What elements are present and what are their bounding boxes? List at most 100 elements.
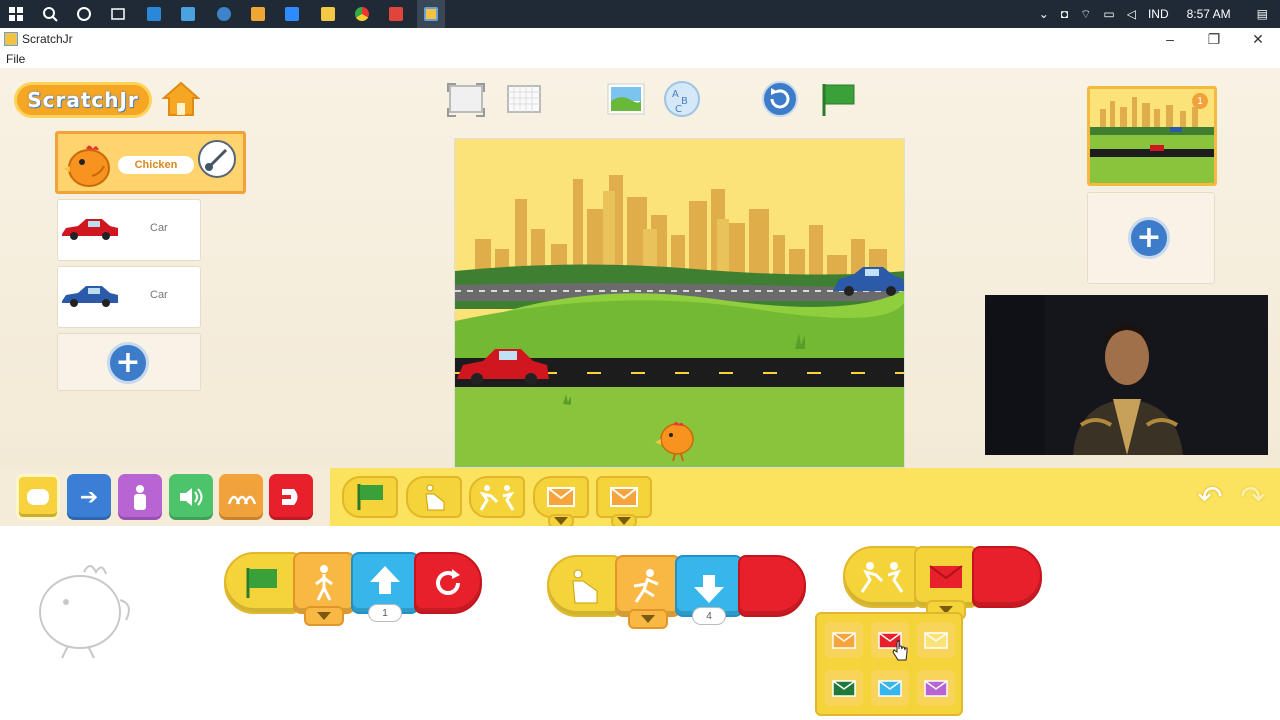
move-down-value[interactable]: 4: [692, 607, 726, 625]
stage[interactable]: [454, 138, 905, 468]
change-background-button[interactable]: [606, 80, 646, 118]
home-icon: [161, 81, 201, 116]
move-up-value[interactable]: 1: [368, 604, 402, 622]
scratchjr-app: ScratchJr Chicken Car Car + A B C 1 + ➔ …: [0, 68, 1280, 720]
category-control-button[interactable]: [219, 474, 263, 520]
menu-bar: File: [0, 50, 1280, 68]
undo-button[interactable]: ↶: [1193, 480, 1227, 515]
script2-move-down-block[interactable]: 4: [675, 555, 743, 625]
wifi-icon[interactable]: ⌔: [1080, 7, 1091, 22]
redo-button[interactable]: ↷: [1236, 479, 1270, 515]
sprite-card-chicken[interactable]: Chicken: [55, 131, 246, 194]
scratchjr-app-icon[interactable]: [421, 4, 441, 24]
restore-button[interactable]: ❐: [1192, 28, 1236, 50]
add-sprite-card: +: [57, 333, 201, 391]
app-icon: [4, 32, 18, 46]
trigger-category-icon: [27, 489, 49, 505]
task-view-icon[interactable]: [108, 4, 128, 24]
volume-icon[interactable]: ◁: [1127, 7, 1136, 21]
script1-set-speed-block[interactable]: [293, 552, 355, 626]
cortana-icon[interactable]: [74, 4, 94, 24]
recorder-app-icon[interactable]: [386, 4, 406, 24]
script2-end-block[interactable]: [738, 555, 806, 617]
language-indicator[interactable]: IND: [1148, 7, 1169, 21]
repeat-forever-icon: [436, 569, 460, 595]
bump-runners-icon: [860, 562, 904, 593]
category-end-button[interactable]: [269, 474, 313, 520]
grid-button[interactable]: [504, 80, 544, 118]
home-button[interactable]: [161, 80, 201, 118]
paint-editor-button[interactable]: [198, 140, 236, 178]
notifications-icon[interactable]: ▤: [1257, 7, 1268, 21]
walking-person-icon: [315, 565, 333, 601]
store-app-icon[interactable]: [144, 4, 164, 24]
blue-car-thumb: [62, 286, 118, 307]
palette-start-on-tap[interactable]: [406, 476, 462, 518]
store2-app-icon[interactable]: [178, 4, 198, 24]
script3-start-on-bump[interactable]: [843, 546, 921, 608]
add-text-button[interactable]: A B C: [662, 80, 702, 118]
script2-start-on-tap[interactable]: [547, 555, 621, 617]
category-looks-button[interactable]: [118, 474, 162, 520]
palette-start-on-message[interactable]: [533, 476, 589, 528]
script3-send-message-block[interactable]: [914, 546, 978, 620]
minimize-button[interactable]: –: [1148, 28, 1192, 50]
blue-envelope-icon: [878, 680, 902, 697]
yellow-envelope-icon: [924, 632, 948, 649]
running-person-icon: [633, 569, 659, 603]
palette-send-message[interactable]: [596, 476, 652, 528]
message-purple-option[interactable]: [917, 670, 955, 706]
reset-characters-button[interactable]: [760, 80, 800, 118]
message-orange-option[interactable]: [825, 622, 863, 658]
svg-text:B: B: [681, 96, 688, 107]
category-motion-button[interactable]: ➔: [67, 474, 111, 520]
full-screen-button[interactable]: [446, 80, 486, 118]
grid-icon: [507, 85, 541, 113]
message-yellow-option[interactable]: [917, 622, 955, 658]
message-blue-option[interactable]: [871, 670, 909, 706]
message-green-option[interactable]: [825, 670, 863, 706]
search-icon[interactable]: [40, 4, 60, 24]
arrow-up-icon: [370, 566, 400, 594]
script1-repeat-forever-block[interactable]: [414, 552, 482, 614]
network-icon[interactable]: ◘: [1061, 7, 1068, 21]
chevron-up-icon[interactable]: ⌄: [1039, 7, 1049, 21]
script3-end-block[interactable]: [972, 546, 1042, 608]
add-sprite-button[interactable]: +: [107, 342, 149, 384]
page-thumbnail[interactable]: 1: [1087, 86, 1217, 186]
zoom-app-icon[interactable]: [282, 4, 302, 24]
system-tray: ⌄ ◘ ⌔ ▭ ◁ IND 8:57 AM ▤: [1033, 0, 1280, 28]
orange-envelope-icon: [832, 632, 856, 649]
green-envelope-icon: [832, 680, 856, 697]
script2-send-message-bump-block[interactable]: [615, 555, 681, 629]
folder-app-icon[interactable]: [318, 4, 338, 24]
chrome-app-icon[interactable]: [352, 4, 372, 24]
script1-start-on-green-flag[interactable]: [224, 552, 300, 614]
reset-icon: [762, 81, 798, 117]
speaker-icon: [180, 488, 203, 506]
sprite-card-car-blue[interactable]: Car: [57, 266, 201, 328]
palette-start-on-bump[interactable]: [469, 476, 525, 518]
redo-icon: ↷: [1240, 479, 1266, 515]
sprite-name-label[interactable]: Chicken: [118, 156, 194, 174]
close-button[interactable]: ✕: [1236, 28, 1280, 50]
clock[interactable]: 8:57 AM: [1187, 7, 1231, 21]
edge-app-icon[interactable]: [214, 4, 234, 24]
sprite-card-car-red[interactable]: Car: [57, 199, 201, 261]
block-dropdown[interactable]: [628, 609, 668, 629]
windows-start-icon[interactable]: [6, 4, 26, 24]
green-flag-button[interactable]: [818, 80, 858, 118]
add-page-button[interactable]: +: [1128, 217, 1170, 259]
chicken-watermark-icon: [39, 565, 130, 659]
category-sound-button[interactable]: [169, 474, 213, 520]
category-triggering-button[interactable]: [16, 474, 60, 520]
hand-pointer-icon: [892, 640, 908, 661]
media-app-icon[interactable]: [248, 4, 268, 24]
menu-file[interactable]: File: [6, 52, 25, 66]
script1-move-up-block[interactable]: 1: [351, 552, 419, 622]
palette-start-on-green-flag[interactable]: [342, 476, 398, 518]
person-icon: [134, 485, 146, 510]
battery-icon[interactable]: ▭: [1103, 7, 1114, 21]
speed-dropdown[interactable]: [304, 606, 344, 626]
orange-envelope-icon: [610, 487, 638, 507]
